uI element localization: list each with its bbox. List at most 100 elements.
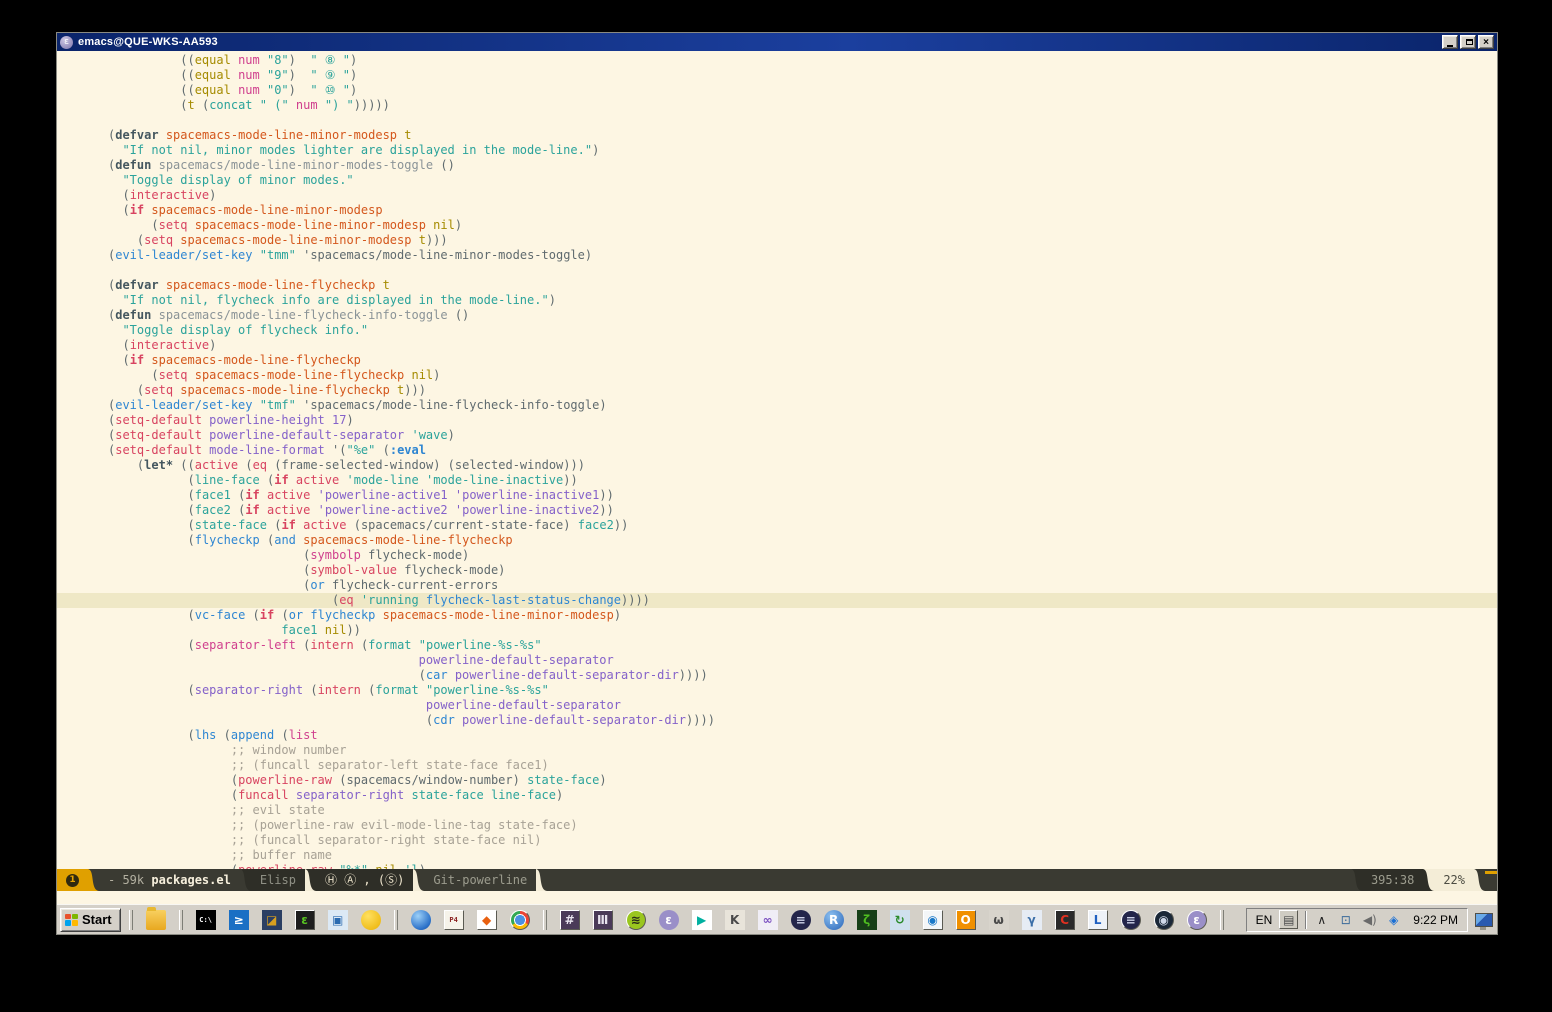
code-line: (or flycheck-current-errors [108,578,1497,593]
grip-handle[interactable] [1220,910,1224,930]
snake-icon[interactable]: ζ [857,910,877,930]
volume-icon[interactable]: ◀) [1361,911,1378,928]
red-c-icon[interactable]: C [1055,910,1075,930]
window-number: 1 [57,869,88,891]
language-indicator[interactable]: EN [1256,913,1273,927]
remote-desktop-icon[interactable]: ▣ [328,910,348,930]
start-button[interactable]: Start [60,908,121,932]
start-button-label: Start [82,912,112,927]
eclipse2-icon[interactable]: ≡ [1121,910,1141,930]
code-line: (setq spacemacs-mode-line-flycheckp nil) [108,368,1497,383]
version-control-text: Git-powerline [433,869,527,891]
buffer-position: 22% [1434,869,1474,891]
spotify-icon[interactable]: ≋ [626,910,646,930]
emacs-console-icon[interactable]: ε [295,910,315,930]
code-line: "Toggle display of flycheck info." [108,323,1497,338]
grip-handle[interactable] [543,910,547,930]
photos-icon[interactable]: ◪ [262,910,282,930]
code-line: ;; evil state [108,803,1497,818]
code-line: face1 nil)) [108,623,1497,638]
buffer-info[interactable]: - 59k packages.el [99,869,240,891]
cmd-icon[interactable]: C:\ [196,910,216,930]
remote-desktop-screen: ε emacs@QUE-WKS-AA593 × ((equal num "8")… [57,33,1497,934]
diamond-icon[interactable]: ◆ [477,910,497,930]
code-line: ((equal num "9") " ⑨ ") [108,68,1497,83]
r-icon[interactable]: R [824,910,844,930]
window-number-badge: 1 [66,874,79,887]
minor-modes-text: Ⓗ Ⓐ , (Ⓢ) [325,869,404,891]
grip-handle[interactable] [129,910,133,930]
windows-update-icon[interactable]: ↻ [890,910,910,930]
code-line: (setq spacemacs-mode-line-minor-modesp t… [108,233,1497,248]
show-desktop-icon[interactable] [1474,910,1494,930]
minor-modes[interactable]: Ⓗ Ⓐ , (Ⓢ) [316,869,413,891]
keyboard-icon[interactable]: ▤ [1279,910,1298,929]
folder-icon[interactable] [146,910,166,930]
hide-icons-chevron[interactable]: ∧ [1313,911,1330,928]
p4-icon[interactable]: P4 [444,910,464,930]
chrome-icon[interactable] [510,910,530,930]
code-line: powerline-default-separator [108,698,1497,713]
eye-icon[interactable]: ◉ [923,910,943,930]
desktop-background: { "window": { "title": "emacs@QUE-WKS-AA… [0,0,1552,1012]
grip-handle[interactable] [179,910,183,930]
emacs-sphere-icon[interactable]: ε [659,910,679,930]
powerline-separator [240,869,251,891]
gimp-icon[interactable]: ω [989,910,1009,930]
code-line: (defvar spacemacs-mode-line-minor-modesp… [108,128,1497,143]
code-line: (funcall separator-right state-face line… [108,788,1497,803]
major-mode[interactable]: Elisp [251,869,305,891]
major-mode-text: Elisp [260,869,296,891]
powerline-separator [1474,869,1485,891]
code-line: (state-face (if active (spacemacs/curren… [108,518,1497,533]
code-line: (setq spacemacs-mode-line-flycheckp t))) [108,383,1497,398]
code-line: (setq spacemacs-mode-line-minor-modesp n… [108,218,1497,233]
code-line: (setq-default powerline-height 17) [108,413,1497,428]
code-line: (flycheckp (and spacemacs-mode-line-flyc… [108,533,1497,548]
version-control[interactable]: Git-powerline [424,869,536,891]
powerline-modeline: 1 - 59k packages.el Elisp Ⓗ Ⓐ , (Ⓢ) Git-powe… [57,869,1497,891]
taskbar-clock: 9:22 PM [1413,913,1458,927]
code-line: "If not nil, minor modes lighter are dis… [108,143,1497,158]
hash-icon[interactable]: # [560,910,580,930]
code-line: ((equal num "8") " ⑧ ") [108,53,1497,68]
code-line: (defvar spacemacs-mode-line-flycheckp t [108,278,1497,293]
close-button[interactable]: × [1478,35,1494,49]
l-icon[interactable]: L [1088,910,1108,930]
duck-icon[interactable] [361,910,381,930]
echo-area[interactable] [57,891,1497,904]
code-line: "Toggle display of minor modes." [108,173,1497,188]
code-line: (interactive) [108,338,1497,353]
code-line: (evil-leader/set-key "tmm" 'spacemacs/mo… [108,248,1497,263]
dropbox-icon[interactable]: ◈ [1385,911,1402,928]
network-icon[interactable]: ⊡ [1337,911,1354,928]
gnu-icon[interactable]: K [725,910,745,930]
system-tray: EN ▤ ∧ ⊡ ◀) ◈ 9:22 PM [1246,908,1468,932]
code-line [108,113,1497,128]
restore-button[interactable] [1460,35,1476,49]
eclipse-icon[interactable]: ≡ [791,910,811,930]
orange-o-icon[interactable]: O [956,910,976,930]
bars-icon[interactable]: Ⅲ [593,910,613,930]
line-column-text: 395:38 [1371,869,1414,891]
window-titlebar[interactable]: ε emacs@QUE-WKS-AA593 × [57,33,1497,51]
gplay-icon[interactable]: ▶ [692,910,712,930]
minimize-button[interactable] [1442,35,1458,49]
windows-taskbar: Start C:\ ≥ ◪ ε ▣ P4 ◆ # Ⅲ ≋ ε ▶ K ∞ ≡ Rζ ↻ ◉ OωγCL ≡ ◉ ε EN … [57,904,1497,934]
steam-icon[interactable]: ◉ [1154,910,1174,930]
bird-icon[interactable]: γ [1022,910,1042,930]
code-line: (evil-leader/set-key "tmf" 'spacemacs/mo… [108,398,1497,413]
globe-icon[interactable] [411,910,431,930]
code-line: (symbol-value flycheck-mode) [108,563,1497,578]
editor-buffer[interactable]: ((equal num "8") " ⑧ ") ((equal num "9")… [57,51,1497,869]
restore-icon [1466,39,1473,45]
grip-handle[interactable] [394,910,398,930]
powershell-icon[interactable]: ≥ [229,910,249,930]
code-line: (defun spacemacs/mode-line-minor-modes-t… [108,158,1497,173]
emacs-sphere2-icon[interactable]: ε [1187,910,1207,930]
modeline-right-cap [1485,869,1497,891]
powerline-separator [305,869,316,891]
code-line: (symbolp flycheck-mode) [108,548,1497,563]
infinity-icon[interactable]: ∞ [758,910,778,930]
code-line: (lhs (append (list [108,728,1497,743]
